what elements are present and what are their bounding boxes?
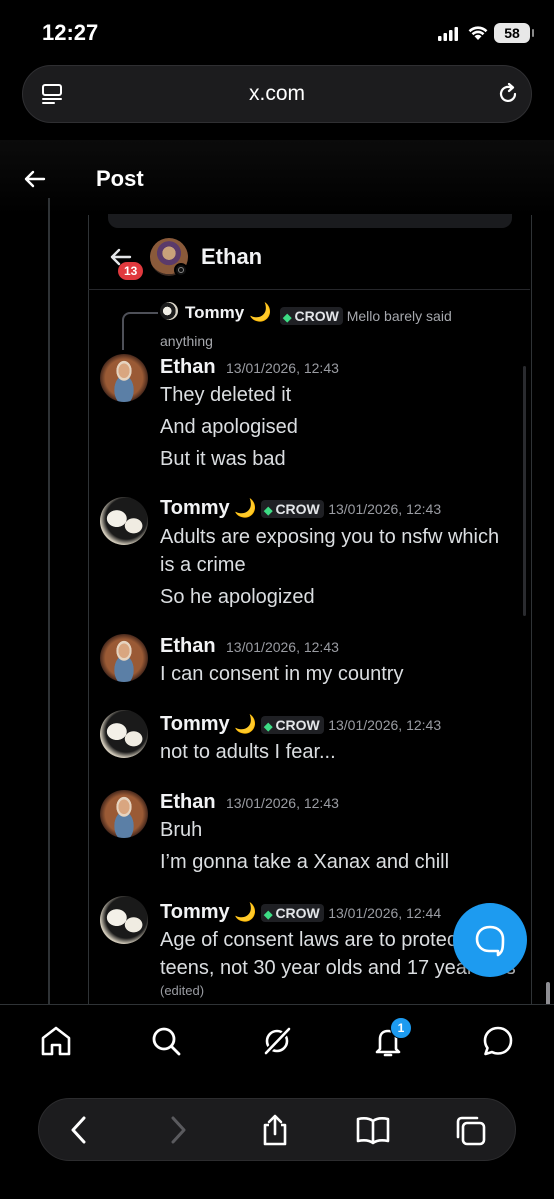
reply-connector xyxy=(122,312,158,350)
gem-icon: ◆ xyxy=(263,909,273,921)
crow-tag: ◆ CROW xyxy=(280,307,343,325)
bookmarks-icon[interactable] xyxy=(354,1113,392,1147)
message-text: Age of consent laws are to protect xyxy=(160,929,463,951)
gem-icon: ◆ xyxy=(283,312,292,324)
browser-forward-icon[interactable] xyxy=(163,1113,193,1147)
message-text: They deleted it xyxy=(160,384,292,406)
notifications-badge: 1 xyxy=(390,1017,412,1039)
chat-bubble-icon xyxy=(475,925,505,957)
message-author: Tommy xyxy=(160,713,230,735)
moon-emoji: 🌙 xyxy=(234,714,257,734)
avatar xyxy=(100,896,148,944)
chat-title: Ethan xyxy=(201,244,263,269)
avatar xyxy=(100,710,148,758)
message-author: Ethan xyxy=(160,356,216,378)
message-header: Ethan 13/01/2026, 12:43 xyxy=(160,356,339,379)
gem-icon: ◆ xyxy=(263,505,273,517)
message-timestamp: 13/01/2026, 12:43 xyxy=(226,795,339,811)
chat-scrollbar xyxy=(523,366,526,616)
back-arrow-icon[interactable] xyxy=(22,166,48,192)
avatar xyxy=(100,634,148,682)
message-text: is a crime xyxy=(160,554,246,576)
message-text: I’m gonna take a Xanax and chill xyxy=(160,851,450,873)
message-text: Bruh xyxy=(160,819,203,841)
browser-back-icon[interactable] xyxy=(64,1113,94,1147)
moon-emoji: 🌙 xyxy=(234,498,257,518)
page-title: Post xyxy=(96,166,144,191)
message-header: Tommy 🌙 ◆ CROW 13/01/2026, 12:44 xyxy=(160,901,441,924)
messages-icon[interactable] xyxy=(480,1023,516,1059)
avatar xyxy=(100,790,148,838)
message-timestamp: 13/01/2026, 12:43 xyxy=(328,501,442,517)
message-author: Tommy xyxy=(160,901,230,923)
message-timestamp: 13/01/2026, 12:43 xyxy=(226,639,339,655)
message-text: So he apologized xyxy=(160,586,315,608)
avatar xyxy=(100,354,148,402)
moon-emoji: 🌙 xyxy=(234,902,257,922)
cellular-signal-icon xyxy=(438,27,458,41)
message-text: not to adults I fear... xyxy=(160,741,336,763)
reload-icon[interactable] xyxy=(496,82,520,106)
share-icon[interactable] xyxy=(258,1113,292,1147)
edited-label: (edited) xyxy=(160,983,205,998)
message-timestamp: 13/01/2026, 12:43 xyxy=(226,360,339,376)
wifi-icon xyxy=(468,26,488,40)
message-text: But it was bad xyxy=(160,448,286,470)
url-text[interactable]: x.com xyxy=(0,82,554,106)
header-bar xyxy=(0,140,554,215)
search-icon[interactable] xyxy=(148,1023,184,1059)
crow-tag: ◆ CROW xyxy=(260,904,324,922)
message-header: Ethan 13/01/2026, 12:43 xyxy=(160,791,339,814)
grok-icon[interactable] xyxy=(259,1023,295,1059)
message-author: Ethan xyxy=(160,791,216,813)
message-timestamp: 13/01/2026, 12:43 xyxy=(328,717,442,733)
crow-tag: ◆ CROW xyxy=(260,500,324,518)
tabs-icon[interactable] xyxy=(453,1113,489,1149)
battery-indicator: 58 xyxy=(494,23,534,43)
message-text: And apologised xyxy=(160,416,298,438)
avatar xyxy=(100,497,148,545)
reply-preview: ◆ CROW Mello barely said anything xyxy=(160,305,480,353)
unread-badge: 13 xyxy=(118,262,144,280)
home-icon[interactable] xyxy=(38,1023,74,1059)
message-author: Tommy xyxy=(160,497,230,519)
gem-icon: ◆ xyxy=(263,721,273,733)
message-author: Ethan xyxy=(160,635,216,657)
message-header: Ethan 13/01/2026, 12:43 xyxy=(160,635,339,658)
divider xyxy=(88,289,530,290)
screenshot-top-card xyxy=(108,214,512,228)
message-text: I can consent in my country xyxy=(160,663,404,685)
message-timestamp: 13/01/2026, 12:44 xyxy=(328,905,442,921)
crow-tag: ◆ CROW xyxy=(260,716,324,734)
message-header: Tommy 🌙 ◆ CROW 13/01/2026, 12:43 xyxy=(160,713,441,736)
message-text: Adults are exposing you to nsfw which xyxy=(160,526,500,548)
status-time: 12:27 xyxy=(42,20,99,45)
message-header: Tommy 🌙 ◆ CROW 13/01/2026, 12:43 xyxy=(160,497,441,520)
offline-status-icon xyxy=(174,263,188,277)
reply-fab-button[interactable] xyxy=(453,903,527,977)
thread-line xyxy=(48,198,50,1004)
